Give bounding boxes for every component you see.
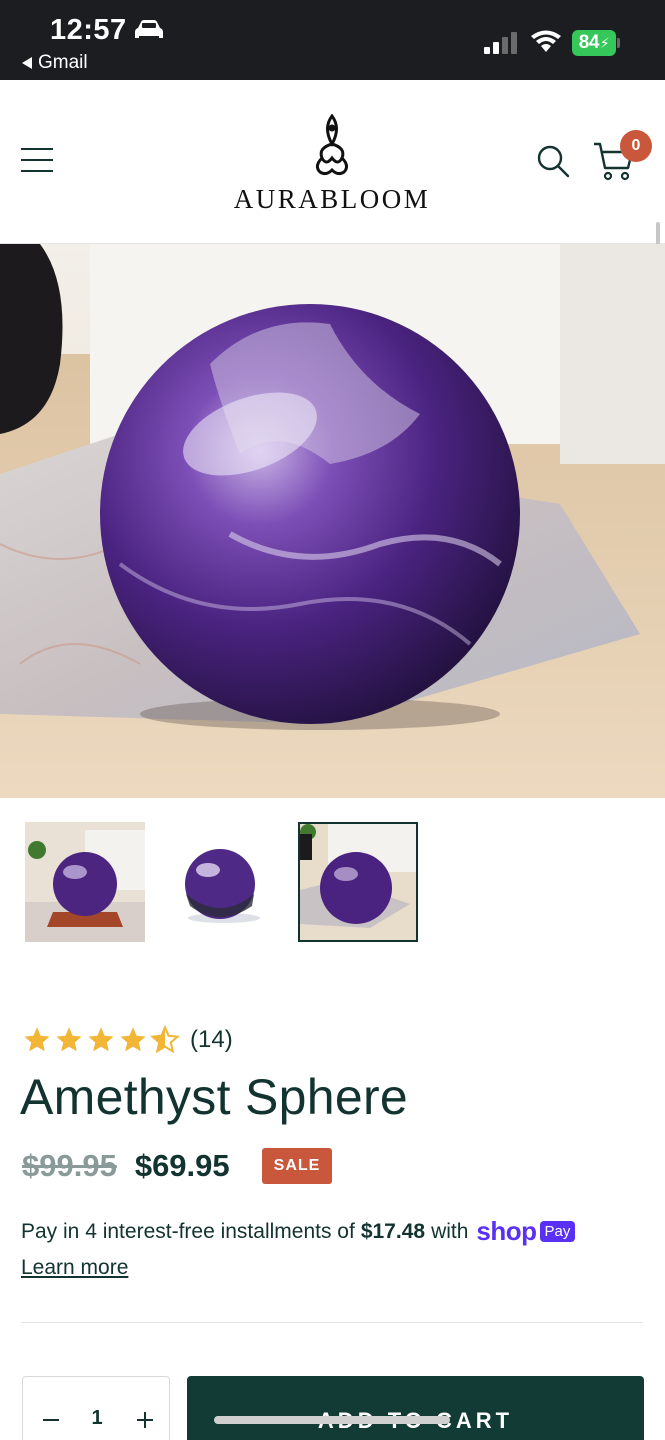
product-title: Amethyst Sphere <box>20 1069 409 1125</box>
brand-name: AURABLOOM <box>233 184 431 214</box>
thumbnail-2[interactable] <box>162 822 282 942</box>
lotus-figure-icon <box>315 114 349 176</box>
sale-badge: SALE <box>261 1148 333 1184</box>
status-bar: 12:57 Gmail 84 ⚡ <box>0 0 665 80</box>
battery-indicator: 84 ⚡ <box>572 30 620 56</box>
battery-level: 84 ⚡ <box>572 30 616 56</box>
status-time: 12:57 <box>50 14 127 46</box>
decrease-quantity-button[interactable] <box>39 1407 63 1431</box>
star-full-icon <box>88 1027 114 1052</box>
divider <box>21 1322 643 1323</box>
installments-text: Pay in 4 interest-free installments of <box>21 1219 355 1243</box>
back-app-label: Gmail <box>38 52 88 73</box>
star-half-icon <box>150 1025 180 1054</box>
brand-logo[interactable]: AURABLOOM <box>232 114 432 214</box>
rating-count: (14) <box>190 1026 233 1053</box>
quantity-input[interactable]: 1 <box>79 1407 115 1430</box>
compare-at-price: $99.95 <box>22 1148 117 1183</box>
thumbnail-3[interactable] <box>298 822 418 942</box>
sale-price: $69.95 <box>134 1148 230 1183</box>
back-to-gmail[interactable]: Gmail <box>22 52 88 74</box>
car-icon <box>135 20 163 38</box>
thumbnail-1[interactable] <box>25 822 145 942</box>
star-full-icon <box>24 1027 50 1052</box>
star-full-icon <box>120 1027 146 1052</box>
shop-pay-word: shop <box>476 1216 537 1246</box>
installments-info: Pay in 4 interest-free installments of $… <box>21 1216 576 1247</box>
cart-count-badge[interactable]: 0 <box>620 130 652 162</box>
product-main-image[interactable] <box>0 244 665 798</box>
add-to-cart-button[interactable]: ADD TO CART <box>187 1376 644 1440</box>
learn-more-link[interactable]: Learn more <box>21 1256 128 1280</box>
quantity-stepper: 1 <box>22 1376 170 1440</box>
installment-amount: $17.48 <box>360 1219 426 1243</box>
increase-quantity-button[interactable] <box>133 1407 157 1431</box>
thumbnail-strip <box>0 822 665 944</box>
cellular-signal-icon <box>484 32 517 54</box>
menu-button[interactable] <box>21 148 53 174</box>
wifi-icon <box>531 30 561 52</box>
installments-with: with <box>431 1219 469 1243</box>
shop-pay-logo: shop Pay <box>476 1216 576 1247</box>
star-full-icon <box>56 1027 82 1052</box>
home-indicator[interactable] <box>214 1416 450 1424</box>
back-arrow-icon <box>22 57 32 69</box>
search-icon[interactable] <box>536 144 570 178</box>
price-row: $99.95 $69.95 SALE <box>22 1146 333 1186</box>
shop-pay-badge: Pay <box>539 1221 576 1242</box>
rating-stars <box>22 1025 180 1055</box>
product-rating[interactable]: (14) <box>22 1024 233 1056</box>
site-header: AURABLOOM 0 <box>0 80 665 322</box>
